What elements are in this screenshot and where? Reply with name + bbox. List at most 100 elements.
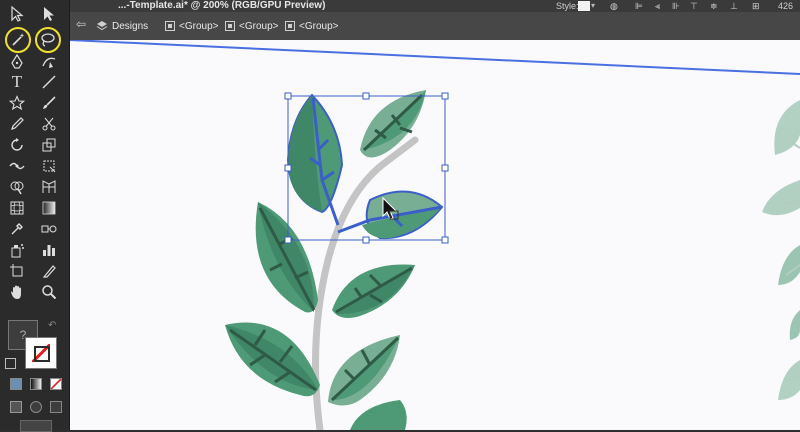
column-graph-icon xyxy=(43,245,55,256)
leaf-branch-artwork[interactable] xyxy=(70,40,800,430)
hand-tool[interactable] xyxy=(6,282,28,302)
hand-icon xyxy=(11,285,21,299)
chevron-down-icon[interactable]: ▾ xyxy=(591,0,595,12)
control-bar: ...-Template.ai* @ 200% (RGB/GPU Preview… xyxy=(70,0,800,12)
pencil-tool[interactable] xyxy=(6,114,28,134)
line-segment-icon xyxy=(42,75,56,89)
recolor-artwork-icon[interactable]: ◍ xyxy=(610,0,618,12)
default-fill-stroke-icon[interactable] xyxy=(5,358,16,369)
stroke-swatch[interactable] xyxy=(25,337,57,369)
back-arrow-icon[interactable]: ⇦ xyxy=(76,17,86,31)
selection-tool[interactable] xyxy=(6,4,28,24)
free-transform-icon xyxy=(43,160,56,173)
group-icon xyxy=(285,21,295,31)
none-mode-icon[interactable] xyxy=(50,378,62,390)
graphic-style-swatch[interactable] xyxy=(578,1,590,11)
line-segment-tool[interactable] xyxy=(38,72,60,92)
shape-builder-icon xyxy=(10,181,24,195)
perspective-grid-icon xyxy=(42,180,56,193)
breadcrumb-group[interactable]: <Group> xyxy=(165,18,218,34)
draw-behind-icon[interactable] xyxy=(30,401,42,413)
breadcrumb-label: <Group> xyxy=(299,20,339,32)
symbol-sprayer-tool[interactable] xyxy=(6,240,28,260)
perspective-grid-tool[interactable] xyxy=(38,177,60,197)
layers-icon xyxy=(96,21,108,31)
group-icon xyxy=(225,21,235,31)
scissors-icon xyxy=(42,117,56,131)
zoom-value[interactable]: 426 xyxy=(778,0,793,12)
pen-icon xyxy=(11,54,23,69)
direct-selection-tool[interactable] xyxy=(38,4,60,24)
align-left-icon[interactable]: ⊫ xyxy=(635,0,643,12)
screen-mode-button[interactable] xyxy=(20,420,52,432)
paintbrush-tool[interactable] xyxy=(38,93,60,113)
style-label: Style: xyxy=(556,1,579,11)
color-mode-icon[interactable] xyxy=(10,378,22,390)
lasso-icon xyxy=(41,33,55,47)
align-middle-icon[interactable]: ≑ xyxy=(710,0,718,12)
draw-inside-icon[interactable] xyxy=(50,401,62,413)
align-bottom-icon[interactable]: ⊥ xyxy=(730,0,738,12)
pencil-icon xyxy=(11,117,24,130)
selection-arrow-icon xyxy=(11,6,24,22)
slice-knife-icon xyxy=(42,265,56,278)
eyedropper-tool[interactable] xyxy=(6,219,28,239)
slice-tool[interactable] xyxy=(38,261,60,281)
align-right-icon[interactable]: ⊪ xyxy=(672,0,680,12)
mesh-icon xyxy=(10,201,24,215)
breadcrumb-label: <Group> xyxy=(239,20,279,32)
magic-wand-icon xyxy=(12,33,25,46)
magic-wand-tool[interactable] xyxy=(7,30,29,50)
zoom-tool[interactable] xyxy=(38,282,60,302)
width-icon xyxy=(9,162,25,170)
transform-icon[interactable]: ⊞ xyxy=(752,0,760,12)
rotate-icon xyxy=(11,138,23,151)
magnifier-icon xyxy=(42,285,57,300)
gradient-mode-icon[interactable] xyxy=(30,378,42,390)
gradient-icon xyxy=(42,201,56,215)
breadcrumb-label: Designs xyxy=(112,20,149,32)
swap-fill-stroke-icon[interactable]: ↶ xyxy=(48,320,56,331)
document-title: ...-Template.ai* @ 200% (RGB/GPU Preview… xyxy=(118,0,326,11)
isolation-mode-bar: ⇦ Designs <Group> <Group> <Group> xyxy=(70,12,800,40)
curvature-pen-icon xyxy=(42,57,56,68)
breadcrumb-label: <Group> xyxy=(179,20,219,32)
align-top-icon[interactable]: ⊤ xyxy=(690,0,698,12)
blend-icon xyxy=(41,225,57,233)
pen-tool[interactable] xyxy=(6,52,28,72)
rotate-tool[interactable] xyxy=(6,135,28,155)
width-tool[interactable] xyxy=(6,156,28,176)
align-center-icon[interactable]: ⫷ xyxy=(655,0,660,12)
faded-leaves-right xyxy=(762,100,800,400)
star-icon xyxy=(9,95,25,111)
eyedropper-icon xyxy=(11,223,23,235)
star-tool[interactable] xyxy=(6,93,28,113)
leaf[interactable] xyxy=(350,400,407,430)
curvature-tool[interactable] xyxy=(38,52,60,72)
scale-icon xyxy=(42,138,56,152)
tools-panel: T ? ↶ xyxy=(0,0,70,432)
breadcrumb-layer[interactable]: Designs xyxy=(96,18,148,34)
type-tool[interactable]: T xyxy=(6,72,28,92)
blend-tool[interactable] xyxy=(38,219,60,239)
breadcrumb-group[interactable]: <Group> xyxy=(285,18,338,34)
shape-builder-tool[interactable] xyxy=(6,177,28,197)
scale-tool[interactable] xyxy=(38,135,60,155)
gradient-tool[interactable] xyxy=(38,198,60,218)
artboard-canvas[interactable] xyxy=(70,40,800,430)
paintbrush-icon xyxy=(43,96,56,109)
breadcrumb-group[interactable]: <Group> xyxy=(225,18,278,34)
draw-normal-icon[interactable] xyxy=(10,401,22,413)
artboard-icon xyxy=(10,264,23,277)
free-transform-tool[interactable] xyxy=(38,156,60,176)
direct-selection-arrow-icon xyxy=(44,7,54,21)
mesh-tool[interactable] xyxy=(6,198,28,218)
isolation-edge-line xyxy=(70,40,800,75)
symbol-sprayer-icon xyxy=(11,244,24,258)
group-icon xyxy=(165,21,175,31)
type-t-icon: T xyxy=(11,72,23,91)
artboard-tool[interactable] xyxy=(6,261,28,281)
scissors-tool[interactable] xyxy=(38,114,60,134)
column-graph-tool[interactable] xyxy=(38,240,60,260)
lasso-tool[interactable] xyxy=(37,30,59,50)
